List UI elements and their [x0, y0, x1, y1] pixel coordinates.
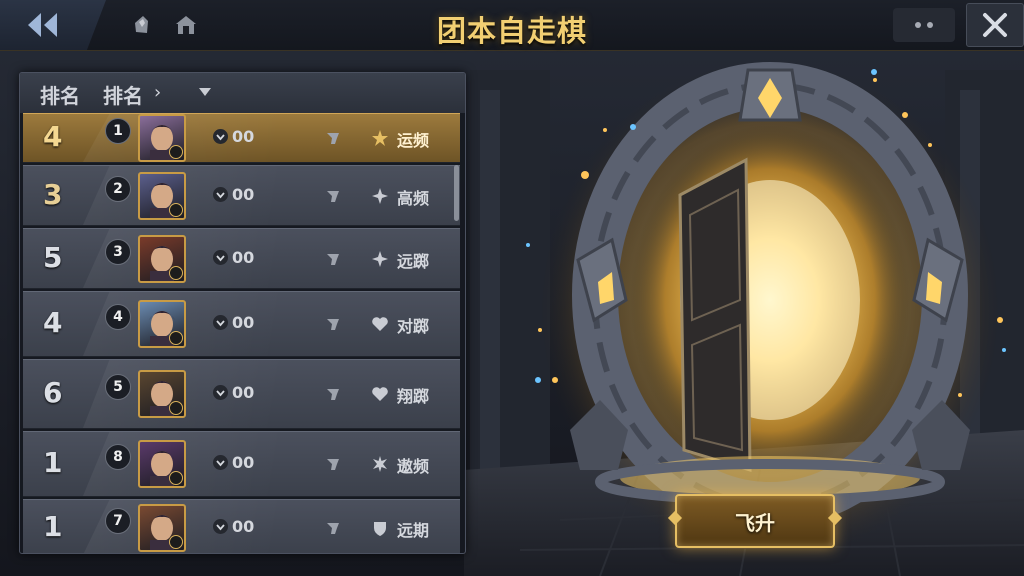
chess-piece-icon [327, 190, 339, 202]
score-value: 00 [232, 516, 255, 536]
heart-icon [372, 317, 388, 331]
rank-number: 1 [43, 509, 63, 543]
ranking-row[interactable]: 3 2 00 高频 [23, 165, 460, 226]
rank-column-header[interactable]: 排名 [40, 80, 80, 109]
spiky-star-icon [373, 456, 387, 472]
score: 00 [213, 517, 254, 536]
score-value: 00 [232, 184, 255, 204]
ranking-header: 排名 排名 › [20, 73, 465, 113]
score: 00 [213, 383, 254, 402]
ascend-button-label: 飞升 [735, 510, 775, 535]
trait-label: 翔踯 [397, 387, 430, 406]
rank-number: 4 [43, 120, 63, 153]
close-icon [983, 13, 1007, 37]
chess-piece-icon [327, 133, 339, 144]
ranking-row[interactable]: 4 1 00 运频 [23, 113, 460, 163]
trait-label: 对踯 [397, 317, 430, 336]
ranking-row[interactable]: 1 8 00 遨频 [23, 431, 460, 497]
chess-piece-icon [327, 319, 339, 330]
position-badge: 5 [105, 374, 131, 400]
hero-class-tag [169, 401, 183, 415]
rank-number: 1 [43, 446, 63, 479]
ranking-row[interactable]: 5 3 00 远踯 [23, 228, 460, 289]
arrow-down-icon [213, 315, 228, 330]
scrollbar[interactable] [454, 165, 459, 221]
rank-number: 6 [43, 376, 63, 409]
arrow-down-icon [213, 385, 228, 400]
arrow-down-icon [213, 518, 228, 534]
score: 00 [213, 185, 254, 204]
arrow-down-icon [213, 186, 228, 202]
top-bar: 团本自走棋 [0, 0, 1024, 51]
chess-piece-icon [327, 522, 339, 534]
ranking-panel: 排名 排名 › 4 1 00 运频 3 2 00 高频 5 3 00 远踯 4 4 00 对踯 6 5 00 翔踯 1 8… [19, 72, 466, 554]
position-badge: 2 [105, 175, 131, 202]
position-badge: 8 [105, 444, 131, 470]
close-button[interactable] [966, 3, 1024, 47]
hero-avatar[interactable] [138, 370, 186, 418]
position-badge: 3 [105, 238, 131, 265]
score-value: 00 [232, 383, 255, 402]
more-dot [915, 22, 921, 28]
hero-avatar[interactable] [138, 440, 186, 488]
rank-number: 4 [43, 306, 63, 339]
hero-avatar[interactable] [138, 171, 186, 220]
score: 00 [213, 453, 254, 472]
trait-label: 远踯 [397, 251, 430, 271]
rank-number: 5 [43, 240, 63, 274]
trait-label: 远期 [397, 520, 430, 540]
position-badge: 1 [105, 118, 131, 144]
hero-avatar[interactable] [138, 114, 186, 162]
chess-piece-icon [327, 253, 339, 265]
score-value: 00 [232, 127, 255, 146]
rank-number: 3 [43, 177, 63, 211]
shield-icon [374, 521, 386, 536]
ascend-button[interactable]: 飞升 [675, 494, 835, 548]
trait-label: 运频 [397, 131, 430, 150]
score: 00 [213, 313, 254, 332]
hero-avatar[interactable] [138, 503, 186, 552]
heart-icon [372, 387, 388, 401]
hero-class-tag [169, 145, 183, 159]
page-title: 团本自走棋 [436, 14, 587, 48]
chess-piece-icon [327, 389, 339, 400]
hero-avatar[interactable] [138, 234, 186, 283]
hero-class-tag [169, 202, 183, 217]
star-icon [372, 130, 388, 146]
arrow-down-icon [213, 129, 228, 144]
chess-piece-icon [327, 459, 339, 470]
rank-sort-header[interactable]: 排名 [103, 80, 143, 109]
score: 00 [213, 127, 254, 146]
hero-class-tag [169, 265, 183, 280]
trait-label: 高频 [397, 188, 430, 208]
score-value: 00 [232, 453, 255, 472]
more-button[interactable] [893, 8, 955, 42]
chevron-right-icon: › [154, 82, 162, 103]
dropdown-triangle-icon[interactable] [198, 87, 212, 97]
hero-class-tag [169, 331, 183, 345]
sparkle-icon [372, 187, 388, 204]
sparkle-icon [372, 250, 388, 267]
position-badge: 4 [105, 304, 131, 330]
position-badge: 7 [105, 507, 131, 534]
hero-class-tag [169, 471, 183, 485]
score-value: 00 [232, 247, 255, 267]
arrow-down-icon [213, 455, 228, 470]
arrow-down-icon [213, 249, 228, 265]
trait-label: 遨频 [397, 457, 430, 476]
ranking-row[interactable]: 1 7 00 远期 [23, 499, 460, 553]
hero-class-tag [169, 534, 183, 549]
score-value: 00 [232, 313, 255, 332]
hero-avatar[interactable] [138, 300, 186, 348]
more-dot [927, 22, 933, 28]
ranking-row[interactable]: 4 4 00 对踯 [23, 291, 460, 357]
ranking-row[interactable]: 6 5 00 翔踯 [23, 359, 460, 429]
score: 00 [213, 248, 254, 267]
